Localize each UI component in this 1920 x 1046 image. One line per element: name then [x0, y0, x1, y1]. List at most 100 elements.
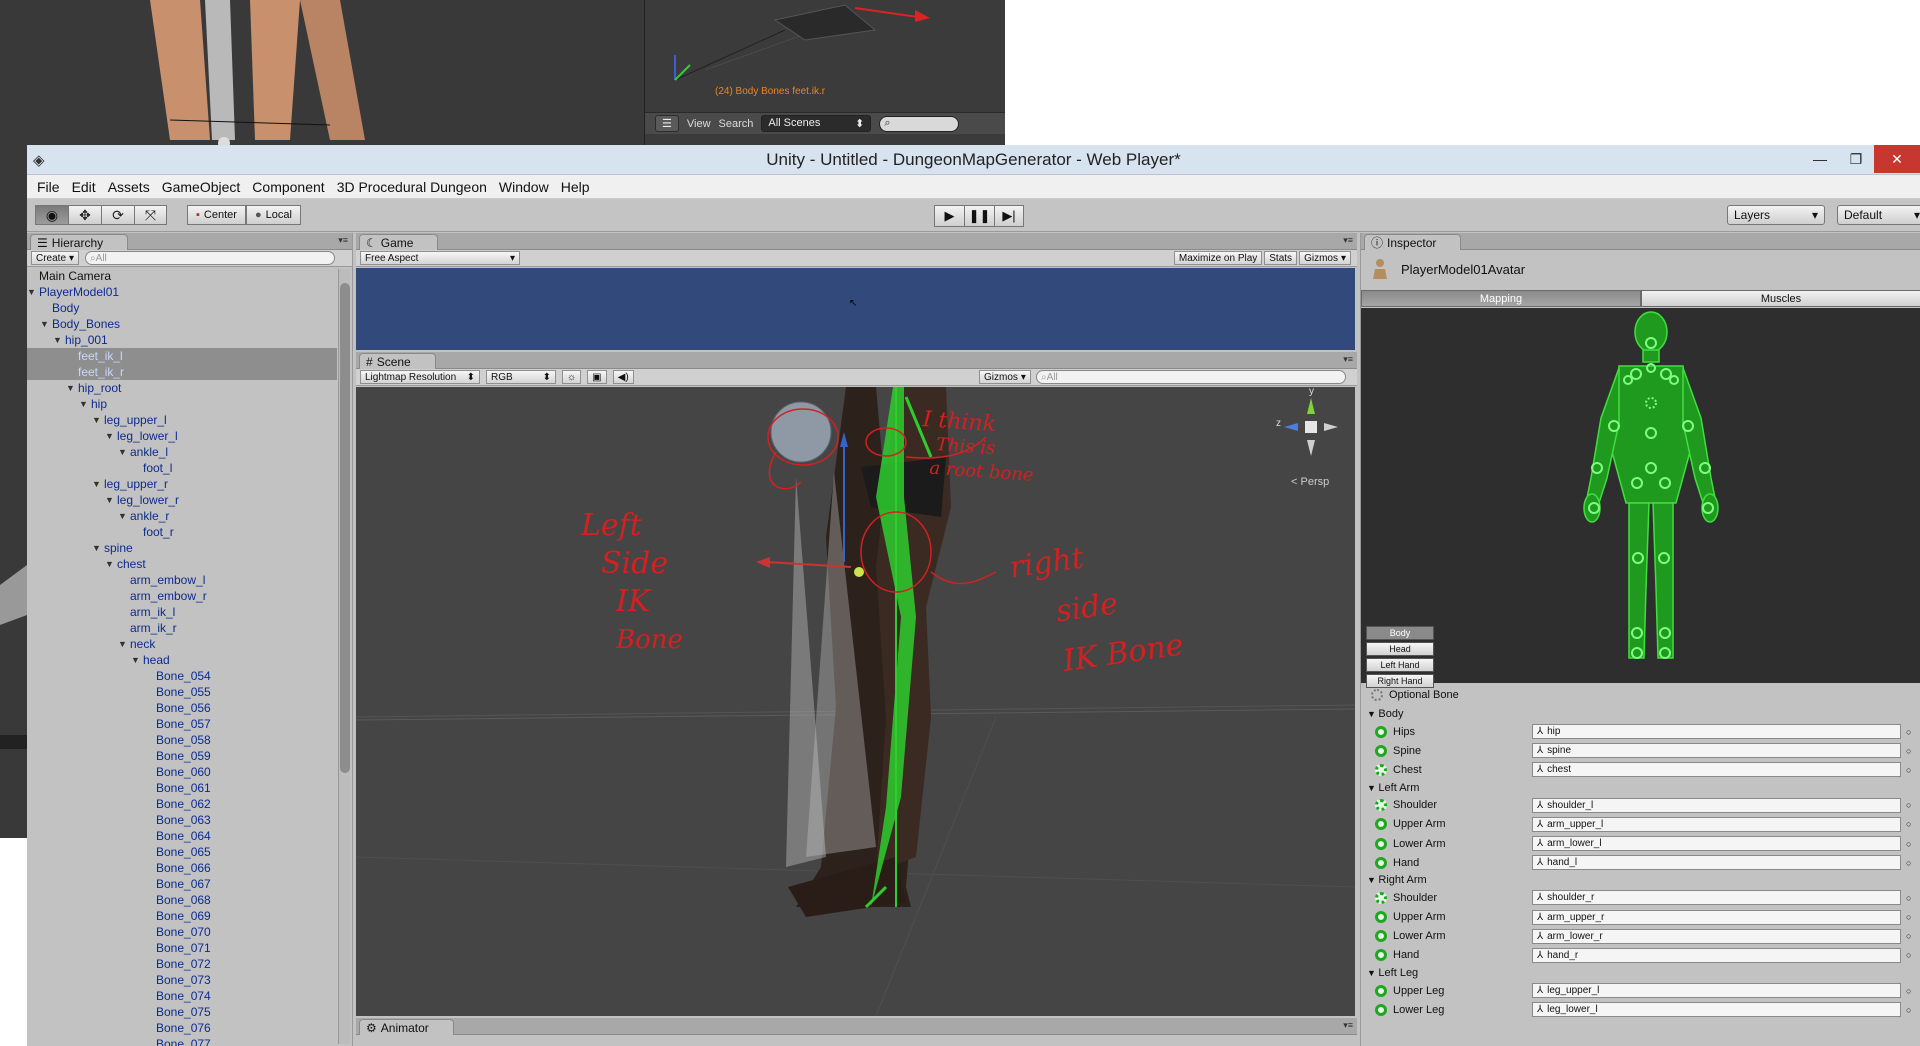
expand-arrow-icon[interactable]: ▼ — [79, 396, 88, 412]
hierarchy-item[interactable]: Bone_060 — [27, 764, 337, 780]
hierarchy-item[interactable]: Bone_073 — [27, 972, 337, 988]
body-part-tab-right-hand[interactable]: Right Hand — [1366, 674, 1434, 688]
play-button[interactable]: ▶ — [934, 205, 964, 227]
hierarchy-item[interactable]: ▼ leg_upper_l — [27, 412, 337, 428]
hierarchy-item[interactable]: ▼ hip — [27, 396, 337, 412]
color-mode-dropdown[interactable]: RGB ⬍ — [486, 370, 556, 384]
mapping-group-header[interactable]: ▼ Left Leg — [1361, 965, 1920, 981]
bone-object-field[interactable]: ⅄ leg_lower_l — [1532, 1002, 1901, 1018]
hierarchy-item[interactable]: Bone_072 — [27, 956, 337, 972]
panel-menu-icon[interactable]: ▾≡ — [1343, 235, 1353, 246]
hierarchy-item[interactable]: Bone_061 — [27, 780, 337, 796]
blender-search-field[interactable]: ⌕ — [879, 115, 960, 132]
layout-dropdown[interactable]: Default ▾ — [1837, 205, 1920, 225]
menu-edit[interactable]: Edit — [66, 179, 102, 195]
rotate-tool-icon[interactable]: ⟳ — [101, 205, 134, 225]
hierarchy-item[interactable]: ▼ spine — [27, 540, 337, 556]
expand-arrow-icon[interactable]: ▼ — [1367, 968, 1378, 978]
persp-label[interactable]: < Persp — [1291, 476, 1329, 488]
bone-object-field[interactable]: ⅄ arm_lower_r — [1532, 928, 1901, 944]
layers-dropdown[interactable]: Layers ▾ — [1727, 205, 1825, 225]
object-picker-icon[interactable]: ○ — [1906, 931, 1911, 941]
mapping-group-header[interactable]: ▼ Right Arm — [1361, 872, 1920, 888]
hierarchy-item[interactable]: ▼ hip_001 — [27, 332, 337, 348]
tab-muscles[interactable]: Muscles — [1641, 290, 1920, 307]
tab-game[interactable]: ☾ Game — [359, 234, 439, 250]
hierarchy-item[interactable]: Bone_055 — [27, 684, 337, 700]
hierarchy-search-input[interactable]: ⌕ All — [85, 251, 336, 265]
menu-help[interactable]: Help — [555, 179, 596, 195]
hierarchy-item[interactable]: Bone_069 — [27, 908, 337, 924]
mapped-bone-indicator-icon[interactable] — [1375, 799, 1387, 812]
hierarchy-item[interactable]: foot_l — [27, 460, 337, 476]
expand-arrow-icon[interactable]: ▼ — [118, 444, 127, 460]
tab-scene[interactable]: # Scene — [359, 353, 436, 369]
mapped-bone-indicator-icon[interactable] — [1375, 856, 1387, 869]
object-picker-icon[interactable]: ○ — [1906, 727, 1911, 737]
maximize-on-play-toggle[interactable]: Maximize on Play — [1173, 251, 1263, 265]
maximize-button[interactable]: ❐ — [1838, 145, 1874, 173]
hierarchy-item[interactable]: feet_ik_l — [27, 348, 337, 364]
expand-arrow-icon[interactable]: ▼ — [27, 284, 36, 300]
mapping-group-header[interactable]: ▼ Body — [1361, 706, 1920, 722]
mapped-bone-indicator-icon[interactable] — [1375, 891, 1387, 904]
hierarchy-item[interactable]: Bone_063 — [27, 812, 337, 828]
display-mode-icon[interactable]: ☰ — [655, 115, 679, 132]
scene-gizmos-dropdown[interactable]: Gizmos ▾ — [979, 370, 1031, 384]
view-tool-eye-icon[interactable]: ◉ — [35, 205, 68, 225]
orientation-gizmo[interactable]: y z — [1276, 387, 1346, 462]
mapped-bone-indicator-icon[interactable] — [1375, 818, 1387, 831]
object-picker-icon[interactable]: ○ — [1906, 765, 1911, 775]
hierarchy-item[interactable]: ▼ Body_Bones — [27, 316, 337, 332]
hierarchy-item[interactable]: Bone_058 — [27, 732, 337, 748]
scale-tool-icon[interactable]: ⤧ — [134, 205, 167, 225]
scrollbar-thumb[interactable] — [340, 283, 350, 773]
hierarchy-item[interactable]: ▼ chest — [27, 556, 337, 572]
pause-button[interactable]: ❚❚ — [964, 205, 994, 227]
scene-select[interactable]: All Scenes ⬍ — [761, 115, 872, 132]
mapped-bone-indicator-icon[interactable] — [1375, 911, 1387, 924]
mapped-bone-indicator-icon[interactable] — [1375, 1003, 1387, 1016]
mapped-bone-indicator-icon[interactable] — [1375, 984, 1387, 997]
hierarchy-item[interactable]: Bone_077 — [27, 1036, 337, 1046]
hierarchy-item[interactable]: ▼ leg_lower_l — [27, 428, 337, 444]
scene-search-input[interactable]: ⌕ All — [1036, 370, 1346, 384]
panel-menu-icon[interactable]: ▾≡ — [338, 235, 348, 246]
tab-animator[interactable]: ⚙ Animator — [359, 1019, 454, 1035]
menu-component[interactable]: Component — [246, 179, 330, 195]
expand-arrow-icon[interactable]: ▼ — [118, 508, 127, 524]
hierarchy-item[interactable]: ▼ leg_upper_r — [27, 476, 337, 492]
bone-object-field[interactable]: ⅄ hand_r — [1532, 947, 1901, 963]
object-picker-icon[interactable]: ○ — [1906, 893, 1911, 903]
hierarchy-scrollbar[interactable] — [338, 269, 350, 1044]
mapped-bone-indicator-icon[interactable] — [1375, 949, 1387, 962]
hierarchy-item[interactable]: Bone_054 — [27, 668, 337, 684]
hierarchy-item[interactable]: Bone_056 — [27, 700, 337, 716]
hierarchy-item[interactable]: Bone_075 — [27, 1004, 337, 1020]
bone-object-field[interactable]: ⅄ chest — [1532, 762, 1901, 778]
bone-object-field[interactable]: ⅄ shoulder_l — [1532, 797, 1901, 813]
bone-object-field[interactable]: ⅄ leg_upper_l — [1532, 983, 1901, 999]
object-picker-icon[interactable]: ○ — [1906, 800, 1911, 810]
aspect-dropdown[interactable]: Free Aspect ▾ — [360, 251, 520, 265]
expand-arrow-icon[interactable]: ▼ — [1367, 875, 1378, 885]
tab-mapping[interactable]: Mapping — [1361, 290, 1641, 307]
create-dropdown[interactable]: Create ▾ — [31, 251, 80, 265]
hierarchy-item[interactable]: ▼ leg_lower_r — [27, 492, 337, 508]
expand-arrow-icon[interactable]: ▼ — [105, 492, 114, 508]
hierarchy-item[interactable]: arm_embow_l — [27, 572, 337, 588]
bone-object-field[interactable]: ⅄ arm_upper_l — [1532, 816, 1901, 832]
menu-window[interactable]: Window — [493, 179, 555, 195]
view-menu[interactable]: View — [687, 118, 711, 130]
hierarchy-item[interactable]: ▼ neck — [27, 636, 337, 652]
search-menu[interactable]: Search — [719, 118, 754, 130]
hierarchy-item[interactable]: Bone_074 — [27, 988, 337, 1004]
hierarchy-item[interactable]: Bone_071 — [27, 940, 337, 956]
object-picker-icon[interactable]: ○ — [1906, 858, 1911, 868]
step-button[interactable]: ▶| — [994, 205, 1024, 227]
expand-arrow-icon[interactable]: ▼ — [66, 380, 75, 396]
hierarchy-item[interactable]: ▼ PlayerModel01 — [27, 284, 337, 300]
hierarchy-item[interactable]: Bone_059 — [27, 748, 337, 764]
hierarchy-item[interactable]: Bone_067 — [27, 876, 337, 892]
hierarchy-item[interactable]: Bone_066 — [27, 860, 337, 876]
